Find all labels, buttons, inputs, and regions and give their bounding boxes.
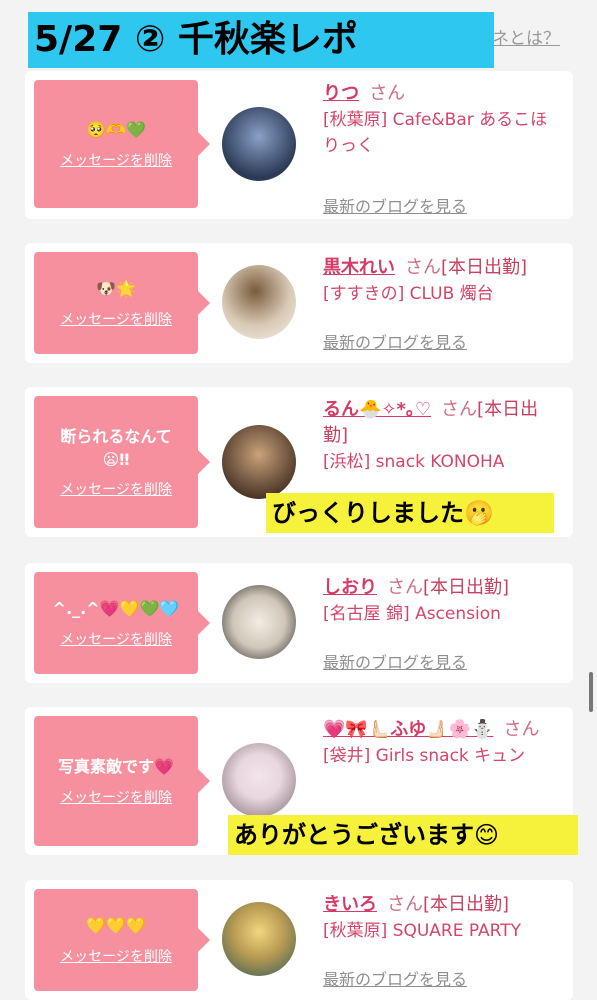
- avatar[interactable]: [222, 425, 296, 499]
- message-text: ^._.^💗💛💚🩵: [52, 599, 180, 619]
- message-text: 断られるなんて😦‼: [60, 426, 172, 469]
- message-text: 🥺🫶💚: [86, 120, 146, 140]
- cast-name-link[interactable]: るん🐣✧*｡♡: [323, 399, 431, 420]
- delete-message-link[interactable]: メッセージを削除: [60, 629, 172, 649]
- latest-blog-link[interactable]: 最新のブログを見る: [323, 649, 467, 673]
- cast-name-link[interactable]: 黒木れい: [323, 257, 395, 278]
- message-bubble: ^._.^💗💛💚🩵 メッセージを削除: [34, 572, 210, 674]
- avatar[interactable]: [222, 902, 296, 976]
- message-card: ^._.^💗💛💚🩵 メッセージを削除 しおり さん[本日出勤] [名古屋 錦] A…: [25, 563, 573, 683]
- avatar[interactable]: [222, 107, 296, 181]
- honorific: さん: [441, 399, 478, 420]
- latest-blog-link[interactable]: 最新のブログを見る: [323, 329, 467, 353]
- message-bubble: 写真素敵です💗 メッセージを削除: [34, 716, 210, 846]
- latest-blog-link[interactable]: 最新のブログを見る: [323, 966, 467, 990]
- delete-message-link[interactable]: メッセージを削除: [60, 946, 172, 966]
- latest-blog-link[interactable]: 最新のブログを見る: [323, 193, 467, 217]
- shop-name: [袋井] Girls snack キュン: [323, 746, 526, 766]
- about-link[interactable]: ネとは？: [492, 24, 560, 49]
- message-bubble: 断られるなんて😦‼ メッセージを削除: [34, 396, 210, 528]
- delete-message-link[interactable]: メッセージを削除: [60, 150, 172, 170]
- shop-name: [秋葉原] SQUARE PARTY: [323, 921, 522, 941]
- message-card: 🐶🌟 メッセージを削除 黒木れい さん[本日出勤] [すすきの] CLUB 燭台 …: [25, 243, 573, 363]
- message-card: 💛💛💛 メッセージを削除 きいろ さん[本日出勤] [秋葉原] SQUARE PA…: [25, 880, 573, 1000]
- delete-message-link[interactable]: メッセージを削除: [60, 309, 172, 329]
- message-text: 🐶🌟: [96, 279, 136, 299]
- message-card: 🥺🫶💚 メッセージを削除 りつ さん [秋葉原] Cafe&Bar あるこほりっく…: [25, 71, 573, 219]
- shop-name: [秋葉原] Cafe&Bar あるこほりっく: [323, 110, 548, 156]
- message-bubble: 🥺🫶💚 メッセージを削除: [34, 80, 210, 208]
- avatar[interactable]: [222, 265, 296, 339]
- shop-name: [すすきの] CLUB 燭台: [323, 284, 494, 304]
- status-badge: [本日出勤]: [423, 894, 510, 915]
- cast-name-link[interactable]: きいろ: [323, 894, 377, 915]
- caption-overlay: びっくりしました🫢: [266, 493, 554, 533]
- scrollbar[interactable]: [589, 672, 593, 712]
- delete-message-link[interactable]: メッセージを削除: [60, 787, 172, 807]
- message-bubble: 💛💛💛 メッセージを削除: [34, 889, 210, 991]
- cast-name-link[interactable]: りつ: [323, 83, 359, 104]
- cast-name-link[interactable]: しおり: [323, 577, 377, 598]
- honorific: さん: [405, 257, 441, 278]
- shop-name: [浜松] snack KONOHA: [323, 452, 505, 472]
- shop-name: [名古屋 錦] Ascension: [323, 604, 501, 624]
- message-text: 写真素敵です💗: [58, 757, 174, 777]
- avatar[interactable]: [222, 743, 296, 817]
- cast-name-link[interactable]: 💗🎀🫷🏻ふゆ🫸🏻🌸⛄: [323, 719, 493, 740]
- honorific: さん: [387, 577, 423, 598]
- status-badge: [本日出勤]: [423, 577, 510, 598]
- caption-overlay: ありがとうございます😊: [228, 815, 578, 855]
- status-badge: [本日出勤]: [441, 257, 528, 278]
- honorific: さん: [369, 83, 406, 104]
- message-bubble: 🐶🌟 メッセージを削除: [34, 252, 210, 354]
- delete-message-link[interactable]: メッセージを削除: [60, 479, 172, 499]
- honorific: さん: [387, 894, 423, 915]
- avatar[interactable]: [222, 585, 296, 659]
- message-text: 💛💛💛: [86, 916, 146, 936]
- page-title-banner: 5/27 ② 千秋楽レポ: [28, 12, 494, 68]
- honorific: さん: [503, 719, 540, 740]
